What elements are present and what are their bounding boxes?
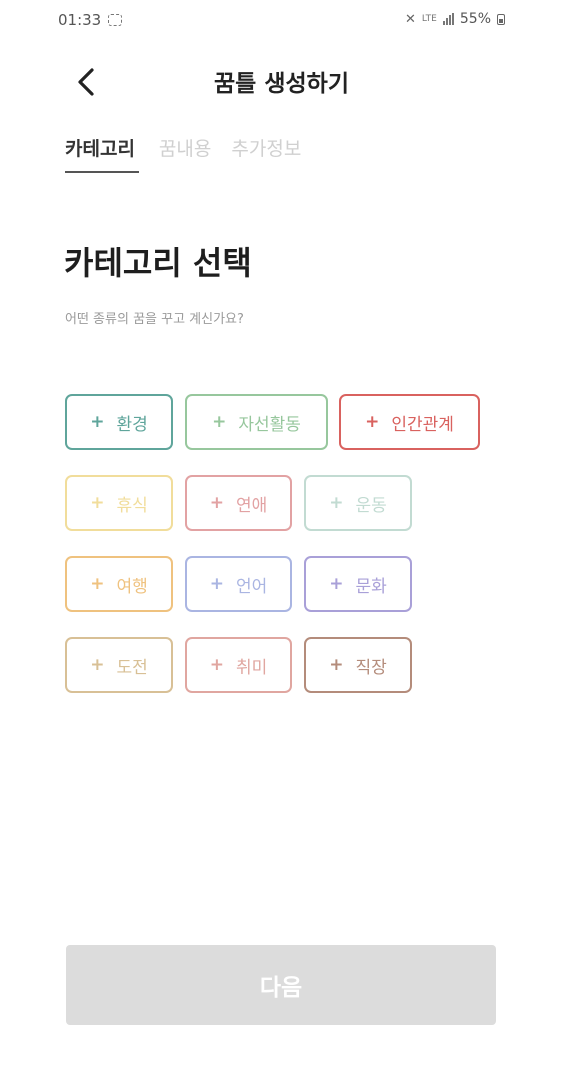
category-chip-travel[interactable]: + 여행	[65, 556, 173, 612]
status-time: 01:33	[58, 11, 102, 29]
plus-icon: +	[365, 412, 380, 432]
app-header: 꿈틀 생성하기	[0, 50, 563, 110]
category-label: 언어	[235, 576, 268, 597]
tab-category[interactable]: 카테고리	[65, 133, 139, 173]
category-label: 문화	[355, 576, 387, 597]
category-label: 도전	[116, 657, 148, 678]
category-label: 인간관계	[391, 414, 454, 435]
section-title: 카테고리 선택	[64, 244, 252, 282]
plus-icon: +	[209, 655, 224, 675]
plus-icon: +	[329, 493, 344, 513]
category-chip-challenge[interactable]: + 도전	[65, 637, 173, 693]
category-chip-exercise[interactable]: + 운동	[304, 475, 412, 531]
status-bar: 01:33 ✕ LTE 55%	[0, 0, 563, 44]
plus-icon: +	[90, 412, 105, 432]
screenshot-icon	[108, 14, 122, 26]
mute-icon: ✕	[405, 11, 416, 27]
category-label: 운동	[355, 495, 387, 516]
category-label: 환경	[116, 414, 148, 435]
plus-icon: +	[329, 574, 344, 594]
page-title: 꿈틀 생성하기	[214, 71, 349, 97]
plus-icon: +	[209, 574, 224, 594]
category-chip-language[interactable]: + 언어	[185, 556, 292, 612]
category-label: 취미	[235, 657, 268, 678]
category-chip-rest[interactable]: + 휴식	[65, 475, 173, 531]
category-chip-hobby[interactable]: + 취미	[185, 637, 292, 693]
plus-icon: +	[329, 655, 344, 675]
tab-dream-content[interactable]: 꿈내용	[159, 133, 211, 171]
plus-icon: +	[209, 493, 224, 513]
tab-additional-info[interactable]: 추가정보	[231, 133, 301, 171]
plus-icon: +	[90, 574, 105, 594]
step-tabs: 카테고리 꿈내용 추가정보	[65, 133, 301, 173]
category-label: 자선활동	[238, 414, 301, 435]
category-chip-charity[interactable]: + 자선활동	[185, 394, 328, 450]
category-chip-relationships[interactable]: + 인간관계	[339, 394, 480, 450]
next-button[interactable]: 다음	[66, 945, 496, 1025]
plus-icon: +	[90, 655, 105, 675]
category-chip-dating[interactable]: + 연애	[185, 475, 292, 531]
lte-icon: LTE	[421, 13, 437, 24]
status-icons: ✕ LTE 55%	[405, 11, 505, 27]
plus-icon: +	[212, 412, 227, 432]
section-subtitle: 어떤 종류의 꿈을 꾸고 계신가요?	[65, 312, 244, 327]
signal-icon	[442, 13, 454, 25]
category-label: 직장	[355, 657, 387, 678]
category-chip-culture[interactable]: + 문화	[304, 556, 412, 612]
category-chip-work[interactable]: + 직장	[304, 637, 412, 693]
category-chip-environment[interactable]: + 환경	[65, 394, 173, 450]
category-label: 휴식	[116, 495, 148, 516]
battery-percent: 55%	[459, 11, 491, 27]
plus-icon: +	[90, 493, 105, 513]
category-label: 연애	[235, 495, 268, 516]
category-label: 여행	[116, 576, 148, 597]
battery-icon	[497, 13, 505, 25]
